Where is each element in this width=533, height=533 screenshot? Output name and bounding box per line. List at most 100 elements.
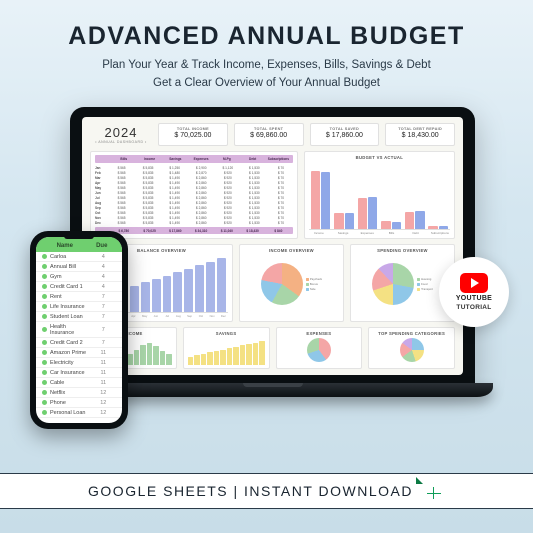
bva-chart: [309, 162, 450, 230]
status-dot-icon: [42, 410, 47, 415]
stat-total-debt: TOTAL DEBT REPAID $ 18,430.00: [385, 123, 455, 146]
list-item: Life Insurance7: [36, 302, 122, 312]
stat-label: TOTAL SPENT: [237, 127, 301, 131]
bill-name: Carloa: [50, 254, 91, 260]
youtube-icon: [460, 273, 488, 293]
status-dot-icon: [42, 274, 47, 279]
panel-title: EXPENSES: [281, 331, 358, 336]
expenses-mini-panel: EXPENSES: [276, 327, 363, 369]
bill-due: 7: [91, 294, 116, 300]
table-row: May$ 565$ 5,835$ 1,490$ 2,860$ 920$ 1,53…: [95, 185, 293, 190]
bill-name: Car Insurance: [50, 370, 91, 376]
status-dot-icon: [42, 327, 47, 332]
status-dot-icon: [42, 370, 47, 375]
year-summary-body: Jan$ 565$ 5,835$ 1,250$ 2,900$ 1,120$ 1,…: [95, 165, 293, 225]
laptop-screen: 2024 • ANNUAL DASHBOARD • TOTAL INCOME $…: [70, 107, 475, 383]
table-row: Aug$ 565$ 5,835$ 1,490$ 2,860$ 920$ 1,53…: [95, 200, 293, 205]
phone-screen: Name Due Carloa4Annual Bill4Gym4Credit C…: [36, 237, 122, 423]
status-dot-icon: [42, 350, 47, 355]
bill-name: Netflix: [50, 390, 91, 396]
dashboard-row-1: BillsIncomeSavingsExpensesM-PgDebtSubscr…: [90, 151, 455, 239]
panel-title: SPENDING OVERVIEW: [355, 248, 450, 253]
bill-due: 4: [91, 264, 116, 270]
panel-title: SAVINGS: [188, 331, 265, 336]
status-dot-icon: [42, 294, 47, 299]
status-dot-icon: [42, 304, 47, 309]
stat-total-saved: TOTAL SAVED $ 17,860.00: [310, 123, 380, 146]
list-item: Gym4: [36, 272, 122, 282]
bill-name: Rent: [50, 294, 91, 300]
page-title: ADVANCED ANNUAL BUDGET: [20, 22, 513, 51]
bill-name: Personal Loan: [50, 410, 91, 416]
dashboard-row-3: INCOME SAVINGS EXPENSES TOP SPENDING CAT…: [90, 327, 455, 369]
footer-banner: GOOGLE SHEETS | INSTANT DOWNLOAD: [0, 473, 533, 509]
list-item: Credit Card 27: [36, 338, 122, 348]
panel-title: INCOME OVERVIEW: [244, 248, 339, 253]
status-dot-icon: [42, 284, 47, 289]
bill-due: 4: [91, 284, 116, 290]
savings-mini-panel: SAVINGS: [183, 327, 270, 369]
bill-due: 4: [91, 274, 116, 280]
spending-pie-chart: [372, 263, 414, 305]
youtube-tutorial-badge[interactable]: YOUTUBE TUTORIAL: [439, 257, 509, 327]
bill-name: Phone: [50, 400, 91, 406]
footer-text: GOOGLE SHEETS | INSTANT DOWNLOAD: [88, 483, 413, 499]
status-dot-icon: [42, 390, 47, 395]
table-row: Jan$ 565$ 5,835$ 1,250$ 2,900$ 1,120$ 1,…: [95, 165, 293, 170]
list-item: Annual Bill4: [36, 262, 122, 272]
stat-value: $ 69,860.00: [237, 132, 301, 139]
table-row: Apr$ 565$ 5,835$ 1,490$ 2,860$ 920$ 1,53…: [95, 180, 293, 185]
pie-legend: Housing Food Transport: [417, 277, 433, 291]
dashboard-row-2: BALANCE OVERVIEW JanFebMarAprMayJunJulAu…: [90, 244, 455, 322]
table-row: Nov$ 565$ 5,835$ 1,490$ 2,860$ 920$ 1,53…: [95, 215, 293, 220]
youtube-line1: YOUTUBE: [456, 295, 492, 302]
status-dot-icon: [42, 360, 47, 365]
status-dot-icon: [42, 264, 47, 269]
stat-value: $ 70,025.00: [161, 132, 225, 139]
bill-name: Credit Card 2: [50, 340, 91, 346]
phone-list: Carloa4Annual Bill4Gym4Credit Card 14Ren…: [36, 252, 122, 423]
bill-name: Annual Bill: [50, 264, 91, 270]
list-item: Phone12: [36, 398, 122, 408]
table-row: Sep$ 565$ 5,835$ 1,490$ 2,860$ 920$ 1,53…: [95, 205, 293, 210]
pie-legend: Paycheck Bonus Side: [306, 277, 322, 291]
bill-due: 12: [91, 400, 116, 406]
table-row: Jun$ 565$ 5,835$ 1,490$ 2,860$ 920$ 1,53…: [95, 190, 293, 195]
phone-list-header: Name Due: [36, 237, 122, 252]
bill-due: 7: [91, 304, 116, 310]
dashboard: 2024 • ANNUAL DASHBOARD • TOTAL INCOME $…: [82, 117, 463, 375]
top-spending-panel: TOP SPENDING CATEGORIES: [368, 327, 455, 369]
subtitle-1: Plan Your Year & Track Income, Expenses,…: [20, 59, 513, 71]
bill-name: Student Loan: [50, 314, 91, 320]
list-item: Rent7: [36, 292, 122, 302]
product-stage: 2024 • ANNUAL DASHBOARD • TOTAL INCOME $…: [0, 107, 533, 447]
stat-total-income: TOTAL INCOME $ 70,025.00: [158, 123, 228, 146]
table-row: Jul$ 565$ 5,835$ 1,490$ 2,860$ 920$ 1,53…: [95, 195, 293, 200]
bill-name: Health Insurance: [50, 324, 91, 336]
stat-total-spent: TOTAL SPENT $ 69,860.00: [234, 123, 304, 146]
status-dot-icon: [42, 400, 47, 405]
phone-notch: [64, 233, 94, 239]
expenses-mini-pie: [307, 338, 331, 362]
year-summary-panel: BillsIncomeSavingsExpensesM-PgDebtSubscr…: [90, 151, 298, 239]
bill-due: 7: [91, 340, 116, 346]
table-row: Oct$ 565$ 5,835$ 1,490$ 2,860$ 920$ 1,53…: [95, 210, 293, 215]
list-item: Carloa4: [36, 252, 122, 262]
stat-value: $ 17,860.00: [313, 132, 377, 139]
stat-label: TOTAL SAVED: [313, 127, 377, 131]
budget-vs-actual-panel: BUDGET VS ACTUAL IncomeSavingsExpensesBi…: [304, 151, 455, 239]
bill-due: 12: [91, 390, 116, 396]
bill-due: 7: [91, 314, 116, 320]
bill-due: 11: [91, 350, 116, 356]
list-item: Netflix12: [36, 388, 122, 398]
bill-name: Credit Card 1: [50, 284, 91, 290]
stat-label: TOTAL DEBT REPAID: [388, 127, 452, 131]
bill-due: 4: [91, 254, 116, 260]
status-dot-icon: [42, 380, 47, 385]
savings-mini-chart: [188, 337, 265, 365]
income-pie-chart: [261, 263, 303, 305]
status-dot-icon: [42, 254, 47, 259]
subtitle-2: Get a Clear Overview of Your Annual Budg…: [20, 77, 513, 89]
bill-due: 12: [91, 410, 116, 416]
list-item: Cable11: [36, 378, 122, 388]
